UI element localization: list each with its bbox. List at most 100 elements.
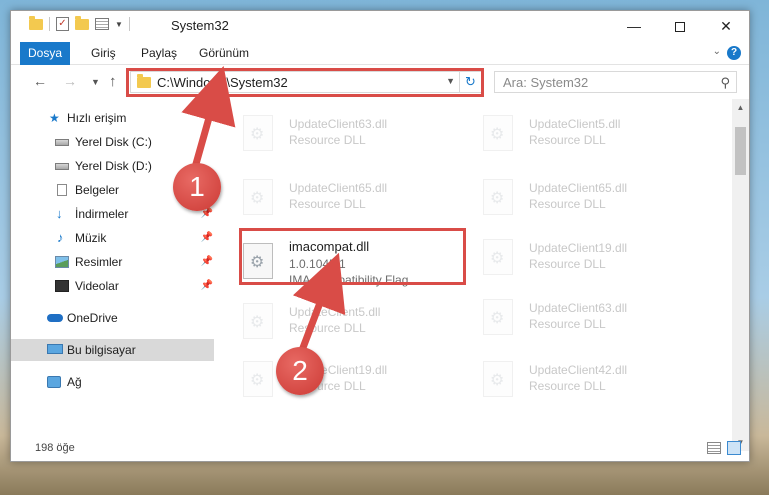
file-name: UpdateClient42.dll (529, 363, 628, 377)
navigation-bar: ← → ▼ ↑ C:\Windows\System32 ▼ ↻ Ara: Sys… (11, 66, 749, 98)
file-tile[interactable]: UpdateClient5.dll Resource DLL (243, 295, 473, 351)
quick-access-toolbar: ✓ ▼ (29, 15, 130, 31)
vertical-scrollbar[interactable]: ▲ ▼ (732, 99, 749, 451)
file-tile[interactable]: UpdateClient63.dll Resource DLL (243, 107, 473, 163)
sidebar-item-this-pc[interactable]: Bu bilgisayar (11, 339, 214, 361)
sidebar-item-network[interactable]: Ağ (11, 371, 221, 393)
file-tile[interactable]: UpdateClient42.dll Resource DLL (483, 353, 713, 409)
sidebar-item-onedrive[interactable]: OneDrive (11, 307, 221, 329)
minimize-button[interactable]: — (611, 11, 657, 41)
file-name: UpdateClient65.dll (529, 181, 628, 195)
star-icon: ★ (49, 111, 60, 125)
sidebar-item-label: Müzik (75, 231, 107, 245)
sidebar-item-label: Resimler (75, 255, 123, 269)
customize-toolbar-chevron-icon[interactable]: ▼ (115, 20, 123, 29)
file-name: UpdateClient5.dll (289, 305, 381, 319)
maximize-button[interactable] (657, 11, 703, 41)
file-tile[interactable]: UpdateClient5.dll Resource DLL (483, 107, 713, 163)
tab-home[interactable]: Giriş (91, 42, 116, 65)
file-type: Resource DLL (289, 197, 366, 211)
sidebar-item-label: Hızlı erişim (67, 111, 127, 125)
file-explorer-window: ✓ ▼ System32 — ✕ Dosya Giriş Paylaş Görü… (10, 10, 750, 462)
file-tile[interactable]: UpdateClient19.dll Resource DLL (483, 231, 713, 287)
tab-share[interactable]: Paylaş (141, 42, 177, 65)
back-button[interactable]: ← (33, 73, 47, 89)
recent-locations-chevron-icon[interactable]: ▼ (91, 77, 100, 87)
callout-1: 1 (173, 163, 221, 211)
toolbar-divider (49, 17, 50, 31)
help-icon[interactable]: ? (727, 46, 741, 60)
callout-2: 2 (276, 347, 324, 395)
file-type: Resource DLL (289, 133, 366, 147)
file-type: Resource DLL (529, 317, 606, 331)
file-name: UpdateClient63.dll (289, 117, 388, 131)
pc-icon (47, 344, 63, 354)
item-count: 198 öğe (35, 442, 75, 454)
sidebar-item-quick-access[interactable]: ★ Hızlı erişim (11, 107, 221, 129)
file-type: Resource DLL (529, 197, 606, 211)
file-version: 1.0.1045.1 (289, 257, 346, 271)
maximize-icon (675, 22, 685, 33)
file-name: UpdateClient5.dll (529, 117, 621, 131)
dll-file-icon (483, 361, 513, 397)
file-name: imacompat.dll (289, 239, 370, 254)
videos-icon (55, 280, 69, 292)
dll-file-icon (483, 239, 513, 275)
title-bar: ✓ ▼ System32 — ✕ (11, 11, 749, 41)
new-folder-icon[interactable] (75, 15, 89, 30)
pin-icon[interactable]: 📌 (201, 227, 213, 249)
file-name: UpdateClient19.dll (529, 241, 628, 255)
properties-check-icon[interactable]: ✓ (56, 17, 69, 31)
tab-file[interactable]: Dosya (20, 42, 70, 65)
scroll-up-icon[interactable]: ▲ (732, 99, 749, 116)
sidebar-item-label: Yerel Disk (C:) (75, 135, 152, 149)
close-button[interactable]: ✕ (703, 11, 749, 41)
dll-file-icon (243, 243, 273, 279)
up-button[interactable]: ↑ (109, 73, 117, 90)
rename-icon[interactable] (95, 18, 109, 30)
folder-icon (137, 74, 151, 88)
window-title: System32 (171, 18, 229, 33)
tiles-view-icon[interactable] (727, 441, 741, 455)
sidebar-item-label: Ağ (67, 375, 82, 389)
file-type: Resource DLL (529, 257, 606, 271)
sidebar-item-label: Yerel Disk (D:) (75, 159, 152, 173)
search-placeholder: Ara: System32 (503, 75, 589, 90)
pin-icon[interactable]: 📌 (201, 275, 213, 297)
refresh-button[interactable]: ↻ (459, 72, 481, 92)
file-tile[interactable]: UpdateClient63.dll Resource DLL (483, 291, 713, 347)
dll-file-icon (243, 303, 273, 339)
address-history-chevron-icon[interactable]: ▼ (446, 76, 455, 86)
file-tile[interactable]: UpdateClient65.dll Resource DLL (483, 171, 713, 227)
address-path[interactable]: C:\Windows\System32 (157, 75, 288, 90)
details-view-icon[interactable] (707, 442, 721, 454)
onedrive-icon (47, 314, 63, 322)
dll-file-icon (243, 115, 273, 151)
tab-view[interactable]: Görünüm (199, 42, 249, 65)
downloads-icon: ↓ (56, 206, 63, 221)
drive-icon (55, 163, 69, 170)
ribbon-expand-icon[interactable]: ⌄ (713, 46, 721, 57)
sidebar-item-local-disk-c[interactable]: Yerel Disk (C:) (11, 131, 221, 153)
sidebar-item-videos[interactable]: Videolar 📌 (11, 275, 221, 297)
scrollbar-thumb[interactable] (735, 127, 746, 175)
file-name: UpdateClient63.dll (529, 301, 628, 315)
sidebar-item-label: İndirmeler (75, 207, 129, 221)
file-tile[interactable]: UpdateClient65.dll Resource DLL (243, 171, 473, 227)
toolbar-divider (128, 17, 130, 31)
file-tile-imacompat[interactable]: imacompat.dll 1.0.1045.1 IMA Compatibili… (243, 235, 473, 291)
sidebar-item-music[interactable]: ♪ Müzik 📌 (11, 227, 221, 249)
sidebar-item-pictures[interactable]: Resimler 📌 (11, 251, 221, 273)
file-name: UpdateClient65.dll (289, 181, 388, 195)
address-bar[interactable]: C:\Windows\System32 ▼ ↻ (130, 71, 482, 93)
search-input[interactable]: Ara: System32 ⚲ (494, 71, 737, 93)
documents-icon (57, 184, 67, 196)
ribbon-tabs: Dosya Giriş Paylaş Görünüm ⌄ ? (11, 42, 749, 65)
forward-button[interactable]: → (63, 73, 77, 89)
folder-icon (29, 15, 43, 30)
sidebar-item-label: Belgeler (75, 183, 120, 197)
drive-icon (55, 139, 69, 146)
dll-file-icon (243, 361, 273, 397)
navigation-pane: ★ Hızlı erişim Yerel Disk (C:) Yerel Dis… (11, 99, 221, 434)
pin-icon[interactable]: 📌 (201, 251, 213, 273)
